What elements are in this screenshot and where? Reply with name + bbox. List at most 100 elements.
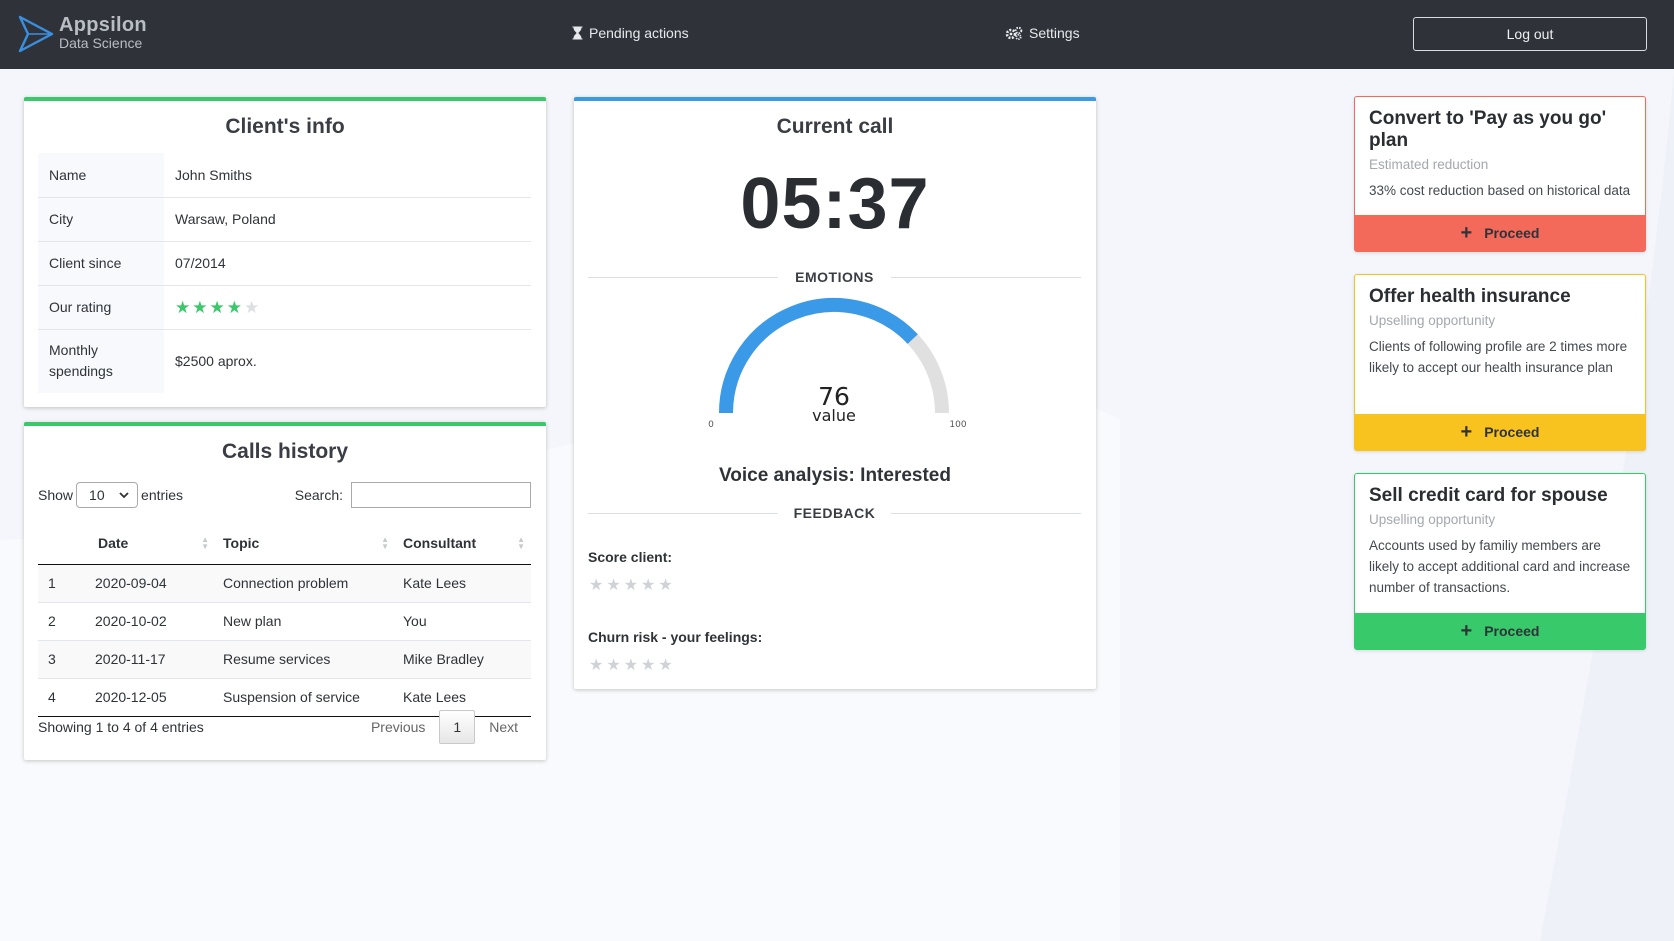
client-value: Warsaw, Poland <box>164 197 531 242</box>
star-icon[interactable]: ★ <box>641 657 655 674</box>
column-header-date[interactable]: Date ▲ ▼ <box>95 523 215 565</box>
star-icon: ★ <box>226 297 242 317</box>
churn-risk-stars: ★ ★ ★ ★ ★ <box>589 657 673 674</box>
sort-icon: ▲ ▼ <box>381 535 389 551</box>
logout-button[interactable]: Log out <box>1413 17 1647 51</box>
offer-title: Offer health insurance <box>1369 286 1571 307</box>
star-icon[interactable]: ★ <box>658 657 672 674</box>
emotions-label: EMOTIONS <box>795 269 874 285</box>
brand[interactable]: Appsilon Data Science <box>59 14 147 50</box>
table-row[interactable]: 2 2020-10-02 New plan You <box>38 602 531 641</box>
star-icon[interactable]: ★ <box>606 657 620 674</box>
client-row-city: City Warsaw, Poland <box>38 197 531 242</box>
rating-stars: ★ ★ ★ ★ ★ <box>175 299 531 316</box>
nav-pending-label: Pending actions <box>589 25 689 41</box>
offer-subtitle: Upselling opportunity <box>1369 512 1496 527</box>
proceed-button[interactable]: + Proceed <box>1355 215 1645 251</box>
brand-subtitle: Data Science <box>59 35 143 51</box>
star-icon[interactable]: ★ <box>589 657 603 674</box>
star-icon[interactable]: ★ <box>589 577 603 594</box>
client-row-since: Client since 07/2014 <box>38 241 531 286</box>
page-length-select[interactable]: 10 <box>76 482 139 508</box>
cell-index: 1 <box>38 564 95 603</box>
gauge-max-label: 100 <box>949 420 966 430</box>
star-icon[interactable]: ★ <box>606 577 620 594</box>
client-row-rating: Our rating ★ ★ ★ ★ ★ <box>38 285 531 330</box>
cell-consultant: Mike Bradley <box>395 640 531 679</box>
column-header-index[interactable] <box>38 523 95 565</box>
client-info-card: Client's info Name John Smiths City Wars… <box>24 97 546 407</box>
star-icon[interactable]: ★ <box>624 657 638 674</box>
cell-date: 2020-12-05 <box>95 678 215 717</box>
table-controls: Show 10 entries Search: <box>38 481 531 509</box>
client-value: ★ ★ ★ ★ ★ <box>164 285 531 330</box>
previous-page-button[interactable]: Previous <box>357 711 439 743</box>
proceed-label: Proceed <box>1484 623 1540 639</box>
client-value: 07/2014 <box>164 241 531 286</box>
cell-index: 2 <box>38 602 95 641</box>
star-icon[interactable]: ★ <box>658 577 672 594</box>
sort-icon: ▲ ▼ <box>201 535 209 551</box>
table-info: Showing 1 to 4 of 4 entries <box>38 719 204 735</box>
client-value: John Smiths <box>164 153 531 198</box>
proceed-label: Proceed <box>1484 225 1540 241</box>
brand-name: Appsilon <box>59 14 147 36</box>
star-icon[interactable]: ★ <box>624 577 638 594</box>
cell-consultant: You <box>395 602 531 641</box>
emotions-divider: EMOTIONS <box>588 269 1081 285</box>
calls-table-body: 1 2020-09-04 Connection problem Kate Lees 2 2… <box>38 564 531 717</box>
client-key: Monthly spendings <box>38 329 164 393</box>
offer-description: Clients of following profile are 2 times… <box>1369 339 1628 375</box>
star-icon: ★ <box>209 297 225 317</box>
client-row-name: Name John Smiths <box>38 153 531 198</box>
cell-date: 2020-09-04 <box>95 564 215 603</box>
column-header-label: Date <box>98 535 129 552</box>
voice-analysis: Voice analysis: Interested <box>719 465 951 486</box>
feedback-label: FEEDBACK <box>793 505 876 521</box>
offer-card-pay-as-you-go: Convert to 'Pay as you go' plan Estimate… <box>1354 96 1646 252</box>
table-row[interactable]: 1 2020-09-04 Connection problem Kate Lees <box>38 564 531 603</box>
sort-icon: ▲ ▼ <box>517 535 525 551</box>
churn-risk-label: Churn risk - your feelings: <box>588 629 763 645</box>
table-row[interactable]: 3 2020-11-17 Resume services Mike Bradley <box>38 640 531 679</box>
client-row-spendings: Monthly spendings $2500 aprox. <box>38 329 531 393</box>
call-timer: 05:37 <box>740 164 930 244</box>
offer-subtitle: Estimated reduction <box>1369 157 1489 172</box>
plus-icon: + <box>1460 421 1473 443</box>
entries-label: entries <box>141 487 184 503</box>
search-label: Search: <box>294 487 343 503</box>
calls-table: Date ▲ ▼ Topic ▲ ▼ Consultant ▲ ▼ 1 2020-09-… <box>38 523 531 717</box>
star-icon[interactable]: ★ <box>641 577 655 594</box>
cell-index: 4 <box>38 678 95 717</box>
offer-card-credit-card: Sell credit card for spouse Upselling op… <box>1354 473 1646 650</box>
client-key: Our rating <box>38 285 164 330</box>
cell-date: 2020-11-17 <box>95 640 215 679</box>
appsilon-logo-icon[interactable] <box>16 14 56 54</box>
nav-settings[interactable]: Settings <box>1005 25 1080 41</box>
next-page-button[interactable]: Next <box>475 711 532 743</box>
column-header-label: Topic <box>223 535 260 552</box>
column-header-label: Consultant <box>403 535 477 552</box>
cell-topic: Resume services <box>215 640 395 679</box>
client-info-table: Name John Smiths City Warsaw, Poland Cli… <box>38 153 531 393</box>
hourglass-icon <box>572 26 583 40</box>
cell-topic: New plan <box>215 602 395 641</box>
page-1-button[interactable]: 1 <box>439 710 476 744</box>
proceed-button[interactable]: + Proceed <box>1355 414 1645 450</box>
nav-pending-actions[interactable]: Pending actions <box>572 25 689 41</box>
client-key: Name <box>38 153 164 198</box>
offer-title: Convert to 'Pay as you go' plan <box>1369 108 1607 151</box>
client-key: Client since <box>38 241 164 286</box>
offer-title: Sell credit card for spouse <box>1369 485 1608 506</box>
proceed-button[interactable]: + Proceed <box>1355 613 1645 649</box>
column-header-consultant[interactable]: Consultant ▲ ▼ <box>395 523 531 565</box>
calls-history-title: Calls history <box>221 440 349 463</box>
search-input[interactable] <box>351 482 531 508</box>
star-icon: ★ <box>192 297 208 317</box>
cell-index: 3 <box>38 640 95 679</box>
plus-icon: + <box>1460 620 1473 642</box>
gears-icon <box>1005 26 1023 40</box>
page-length-value: 10 <box>89 487 105 503</box>
page-length-control: Show 10 entries <box>38 481 183 509</box>
column-header-topic[interactable]: Topic ▲ ▼ <box>215 523 395 565</box>
